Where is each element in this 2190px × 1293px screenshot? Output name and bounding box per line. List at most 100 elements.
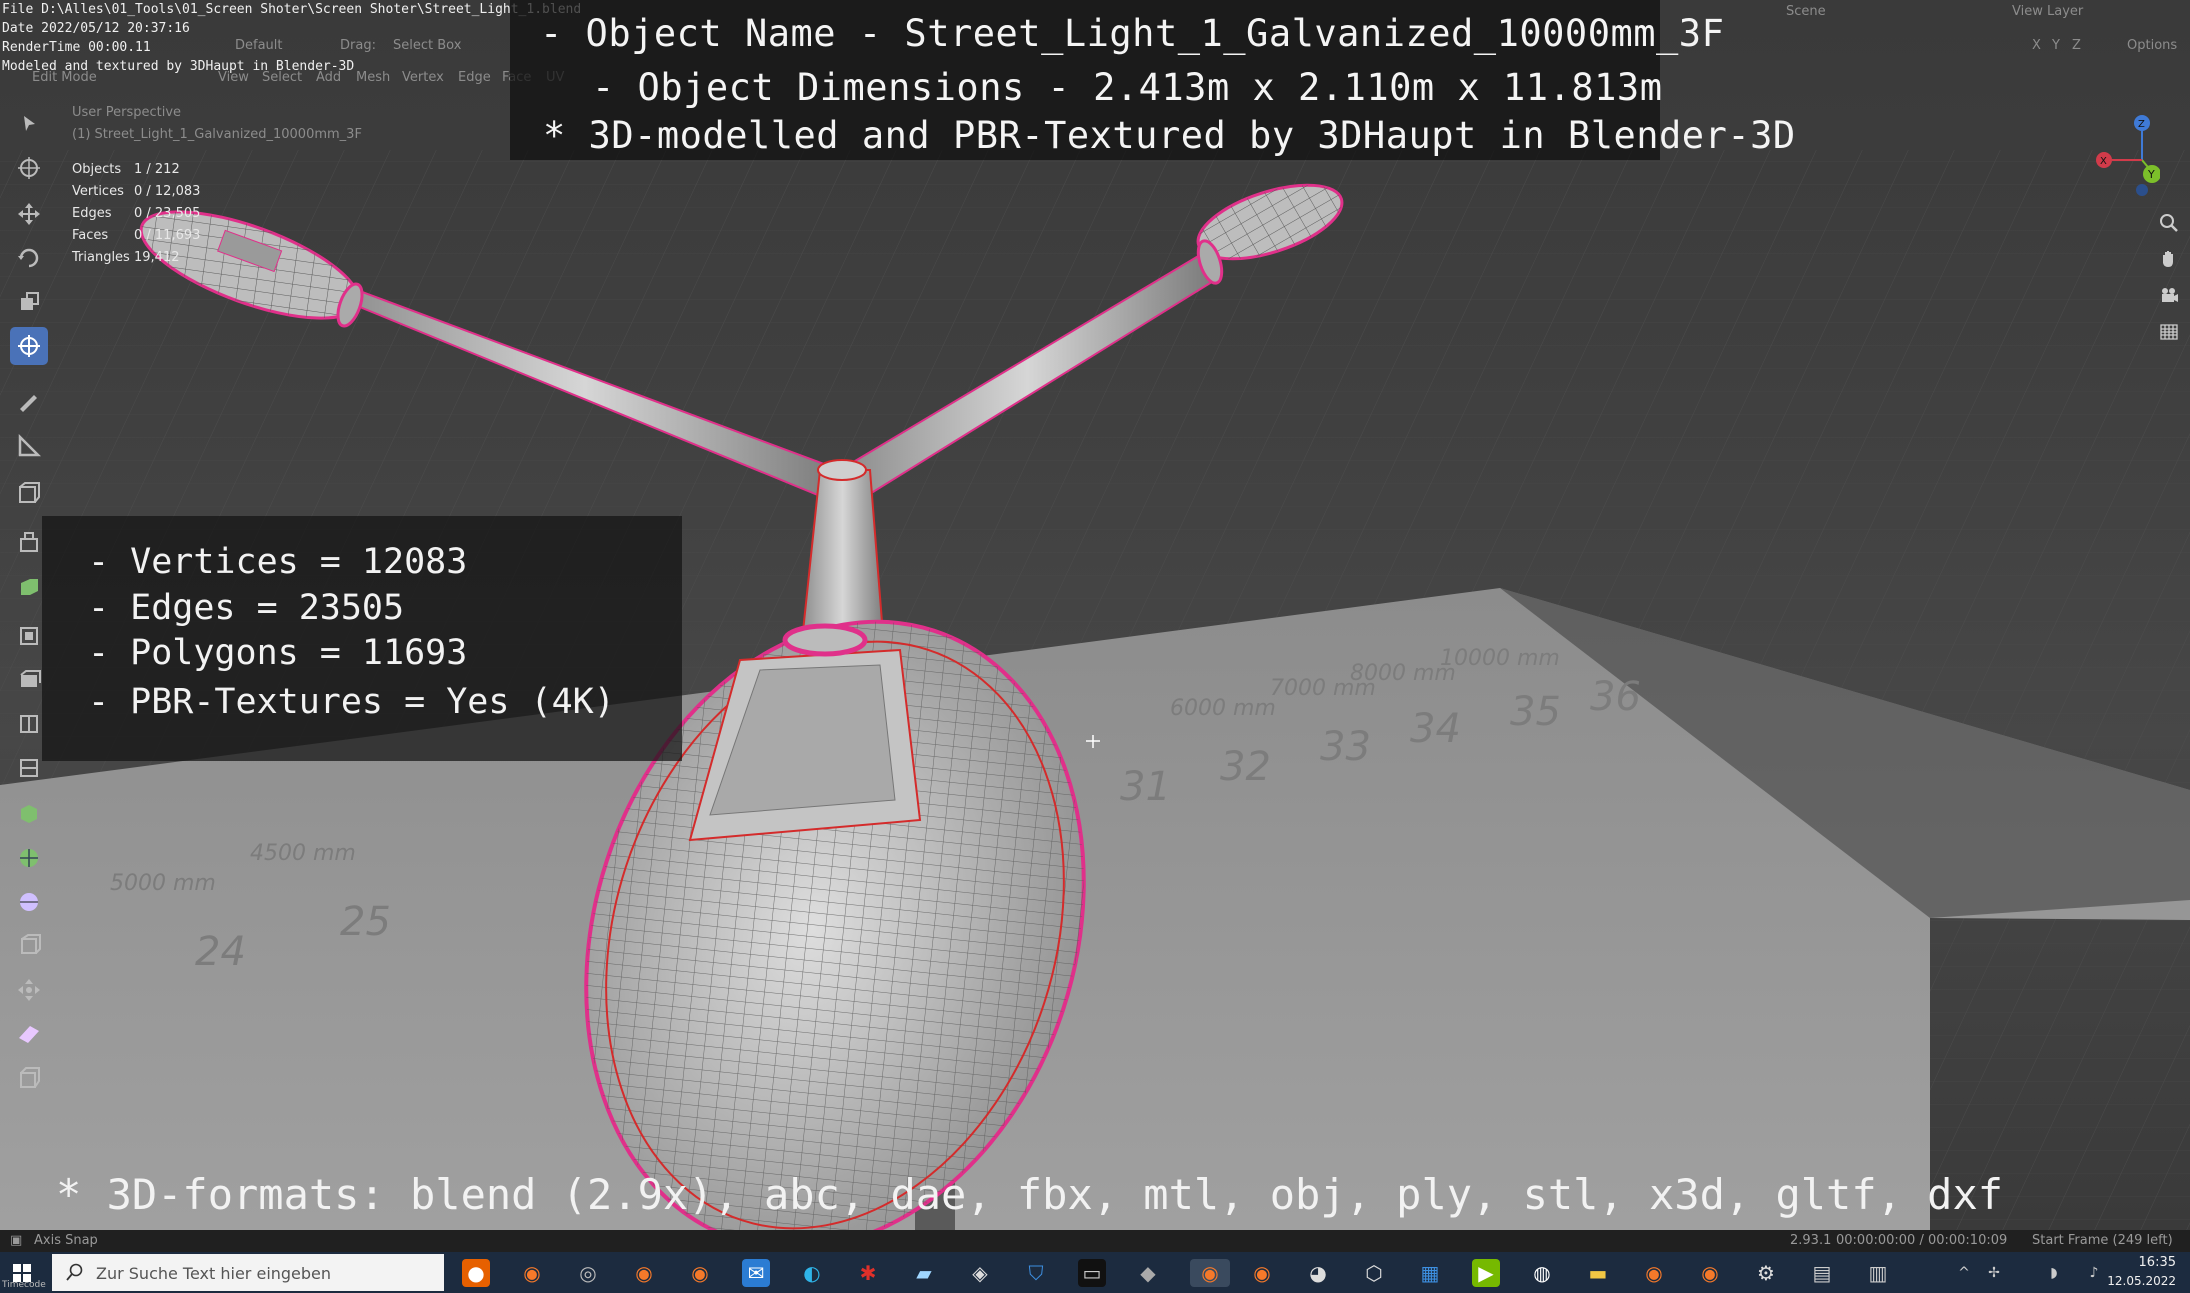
volume-icon[interactable]: ◗ bbox=[2040, 1259, 2068, 1287]
transform-tool-icon[interactable] bbox=[10, 327, 48, 365]
shear-tool-icon[interactable] bbox=[10, 927, 48, 965]
windows-taskbar: Timecode Zur Suche Text hier eingeben ● … bbox=[0, 1252, 2190, 1293]
menu-vertex[interactable]: Vertex bbox=[402, 70, 444, 85]
rotate-tool-icon[interactable] bbox=[10, 239, 48, 277]
camera-view-icon[interactable] bbox=[2154, 280, 2184, 310]
stat-value: 1 / 212 bbox=[134, 162, 180, 177]
blender-icon[interactable]: ◉ bbox=[1640, 1259, 1668, 1287]
gizmo-z-label: Z bbox=[2138, 119, 2145, 130]
smooth-tool-icon[interactable] bbox=[10, 839, 48, 877]
tool-shelf bbox=[6, 105, 52, 1088]
spin-tool-icon[interactable] bbox=[10, 795, 48, 833]
tray-icons[interactable]: ✢ bbox=[1980, 1259, 2008, 1287]
select-tool-icon[interactable] bbox=[10, 105, 48, 143]
nvidia-icon[interactable]: ▶ bbox=[1472, 1259, 1500, 1287]
terminal-icon[interactable]: ▭ bbox=[1078, 1259, 1106, 1287]
folder-icon[interactable]: ▬ bbox=[1584, 1259, 1612, 1287]
stat-value: 19,412 bbox=[134, 250, 180, 265]
floor-label: 31 bbox=[1120, 764, 1171, 810]
info-panel: - Vertices = 12083 - Edges = 23505 - Pol… bbox=[42, 516, 682, 761]
floor-label: 4500 mm bbox=[250, 841, 356, 866]
axis-x-toggle[interactable]: X bbox=[2032, 38, 2041, 53]
steam-icon[interactable]: ◎ bbox=[574, 1259, 602, 1287]
zoom-icon[interactable] bbox=[2154, 208, 2184, 238]
edge-slide-tool-icon[interactable] bbox=[10, 1059, 48, 1097]
speaker-icon[interactable]: ♪ bbox=[2080, 1259, 2108, 1287]
search-placeholder: Zur Suche Text hier eingeben bbox=[96, 1264, 332, 1283]
cube-icon[interactable]: ⬡ bbox=[1360, 1259, 1388, 1287]
shield-icon[interactable]: ⛉ bbox=[1022, 1259, 1050, 1287]
stat-triangles: Triangles 19,412 bbox=[72, 250, 180, 265]
poly-build-tool-icon[interactable] bbox=[10, 749, 48, 787]
stat-edges: Edges 0 / 23,505 bbox=[72, 206, 200, 221]
info-polygons: - Polygons = 11693 bbox=[88, 633, 468, 673]
stat-label: Vertices bbox=[72, 184, 124, 199]
rip-tool-icon[interactable] bbox=[10, 1015, 48, 1053]
floor-label: 35 bbox=[1510, 689, 1561, 735]
status-bar: ▣ Axis Snap 2.93.1 00:00:00:00 / 00:00:1… bbox=[0, 1230, 2190, 1252]
to-sphere-tool-icon[interactable] bbox=[10, 971, 48, 1009]
3d-viewport[interactable]: 25 24 31 32 33 34 35 36 5000 mm 4500 mm … bbox=[0, 0, 2190, 1230]
move-tool-icon[interactable] bbox=[10, 195, 48, 233]
panda-icon[interactable]: ◕ bbox=[1304, 1259, 1332, 1287]
blender-icon[interactable]: ◉ bbox=[1248, 1259, 1276, 1287]
blender-icon[interactable]: ◉ bbox=[686, 1259, 714, 1287]
annotate-tool-icon[interactable] bbox=[10, 383, 48, 421]
screenshot-icon[interactable]: ▥ bbox=[1864, 1259, 1892, 1287]
drag-selector[interactable]: Select Box bbox=[393, 38, 461, 53]
pan-hand-icon[interactable] bbox=[2154, 244, 2184, 274]
clock-date[interactable]: 12.05.2022 bbox=[2107, 1274, 2176, 1288]
firefox-icon[interactable]: ● bbox=[462, 1259, 490, 1287]
scale-tool-icon[interactable] bbox=[10, 283, 48, 321]
navigation-gizmo[interactable]: Z Y X bbox=[2090, 108, 2160, 198]
calendar-icon[interactable]: ▦ bbox=[1416, 1259, 1444, 1287]
network-icon[interactable]: ▤ bbox=[1808, 1259, 1836, 1287]
mail-icon[interactable]: ✉ bbox=[742, 1259, 770, 1287]
paint-icon[interactable]: ◈ bbox=[966, 1259, 994, 1287]
stat-label: Edges bbox=[72, 206, 112, 221]
add-cube-tool-icon[interactable] bbox=[10, 475, 48, 513]
cursor-tool-icon[interactable] bbox=[10, 149, 48, 187]
tray-chevron-icon[interactable]: ^ bbox=[1950, 1259, 1978, 1287]
menu-select[interactable]: Select bbox=[262, 70, 302, 85]
orientation-selector[interactable]: Default bbox=[235, 38, 283, 53]
measure-tool-icon[interactable] bbox=[10, 427, 48, 465]
taskbar-search[interactable]: Zur Suche Text hier eingeben bbox=[52, 1254, 444, 1291]
view-layer-selector[interactable]: View Layer bbox=[2012, 4, 2083, 19]
floor-label: 6000 mm bbox=[1170, 696, 1276, 721]
axis-z-toggle[interactable]: Z bbox=[2072, 38, 2081, 53]
inset-tool-icon[interactable] bbox=[10, 569, 48, 607]
stat-value: 0 / 12,083 bbox=[134, 184, 201, 199]
app-icon[interactable]: ◆ bbox=[1134, 1259, 1162, 1287]
mode-selector[interactable]: Edit Mode bbox=[32, 70, 97, 85]
clock-time[interactable]: 16:35 bbox=[2139, 1255, 2176, 1270]
menu-mesh[interactable]: Mesh bbox=[356, 70, 390, 85]
floor-label: 25 bbox=[340, 899, 391, 945]
timecode-label: Timecode bbox=[2, 1280, 46, 1290]
options-menu[interactable]: Options bbox=[2127, 38, 2177, 53]
notes-icon[interactable]: ▰ bbox=[910, 1259, 938, 1287]
stat-vertices: Vertices 0 / 12,083 bbox=[72, 184, 200, 199]
loop-cut-tool-icon[interactable] bbox=[10, 661, 48, 699]
settings-gear-icon[interactable]: ⚙ bbox=[1752, 1259, 1780, 1287]
blender-icon[interactable]: ◉ bbox=[1696, 1259, 1724, 1287]
perspective-toggle-icon[interactable] bbox=[2154, 316, 2184, 346]
obs-icon[interactable]: ◍ bbox=[1528, 1259, 1556, 1287]
scene-selector[interactable]: Scene bbox=[1786, 4, 1826, 19]
app-red-icon[interactable]: ✱ bbox=[854, 1259, 882, 1287]
menu-add[interactable]: Add bbox=[316, 70, 341, 85]
menu-view[interactable]: View bbox=[218, 70, 249, 85]
caption-object-name: - Object Name - Street_Light_1_Galvanize… bbox=[540, 12, 1725, 55]
timecode-readout: 00:00:00:00 / 00:00:10:09 bbox=[1836, 1233, 2008, 1248]
knife-tool-icon[interactable] bbox=[10, 705, 48, 743]
bevel-tool-icon[interactable] bbox=[10, 617, 48, 655]
edge-browser-icon[interactable]: ◐ bbox=[798, 1259, 826, 1287]
axis-y-toggle[interactable]: Y bbox=[2052, 38, 2060, 53]
blender-icon[interactable]: ◉ bbox=[518, 1259, 546, 1287]
floor-label: 34 bbox=[1410, 706, 1461, 752]
shrink-tool-icon[interactable] bbox=[10, 883, 48, 921]
extrude-tool-icon[interactable] bbox=[10, 523, 48, 561]
menu-edge[interactable]: Edge bbox=[458, 70, 491, 85]
blender-active-icon[interactable]: ◉ bbox=[1190, 1259, 1230, 1287]
blender-icon[interactable]: ◉ bbox=[630, 1259, 658, 1287]
